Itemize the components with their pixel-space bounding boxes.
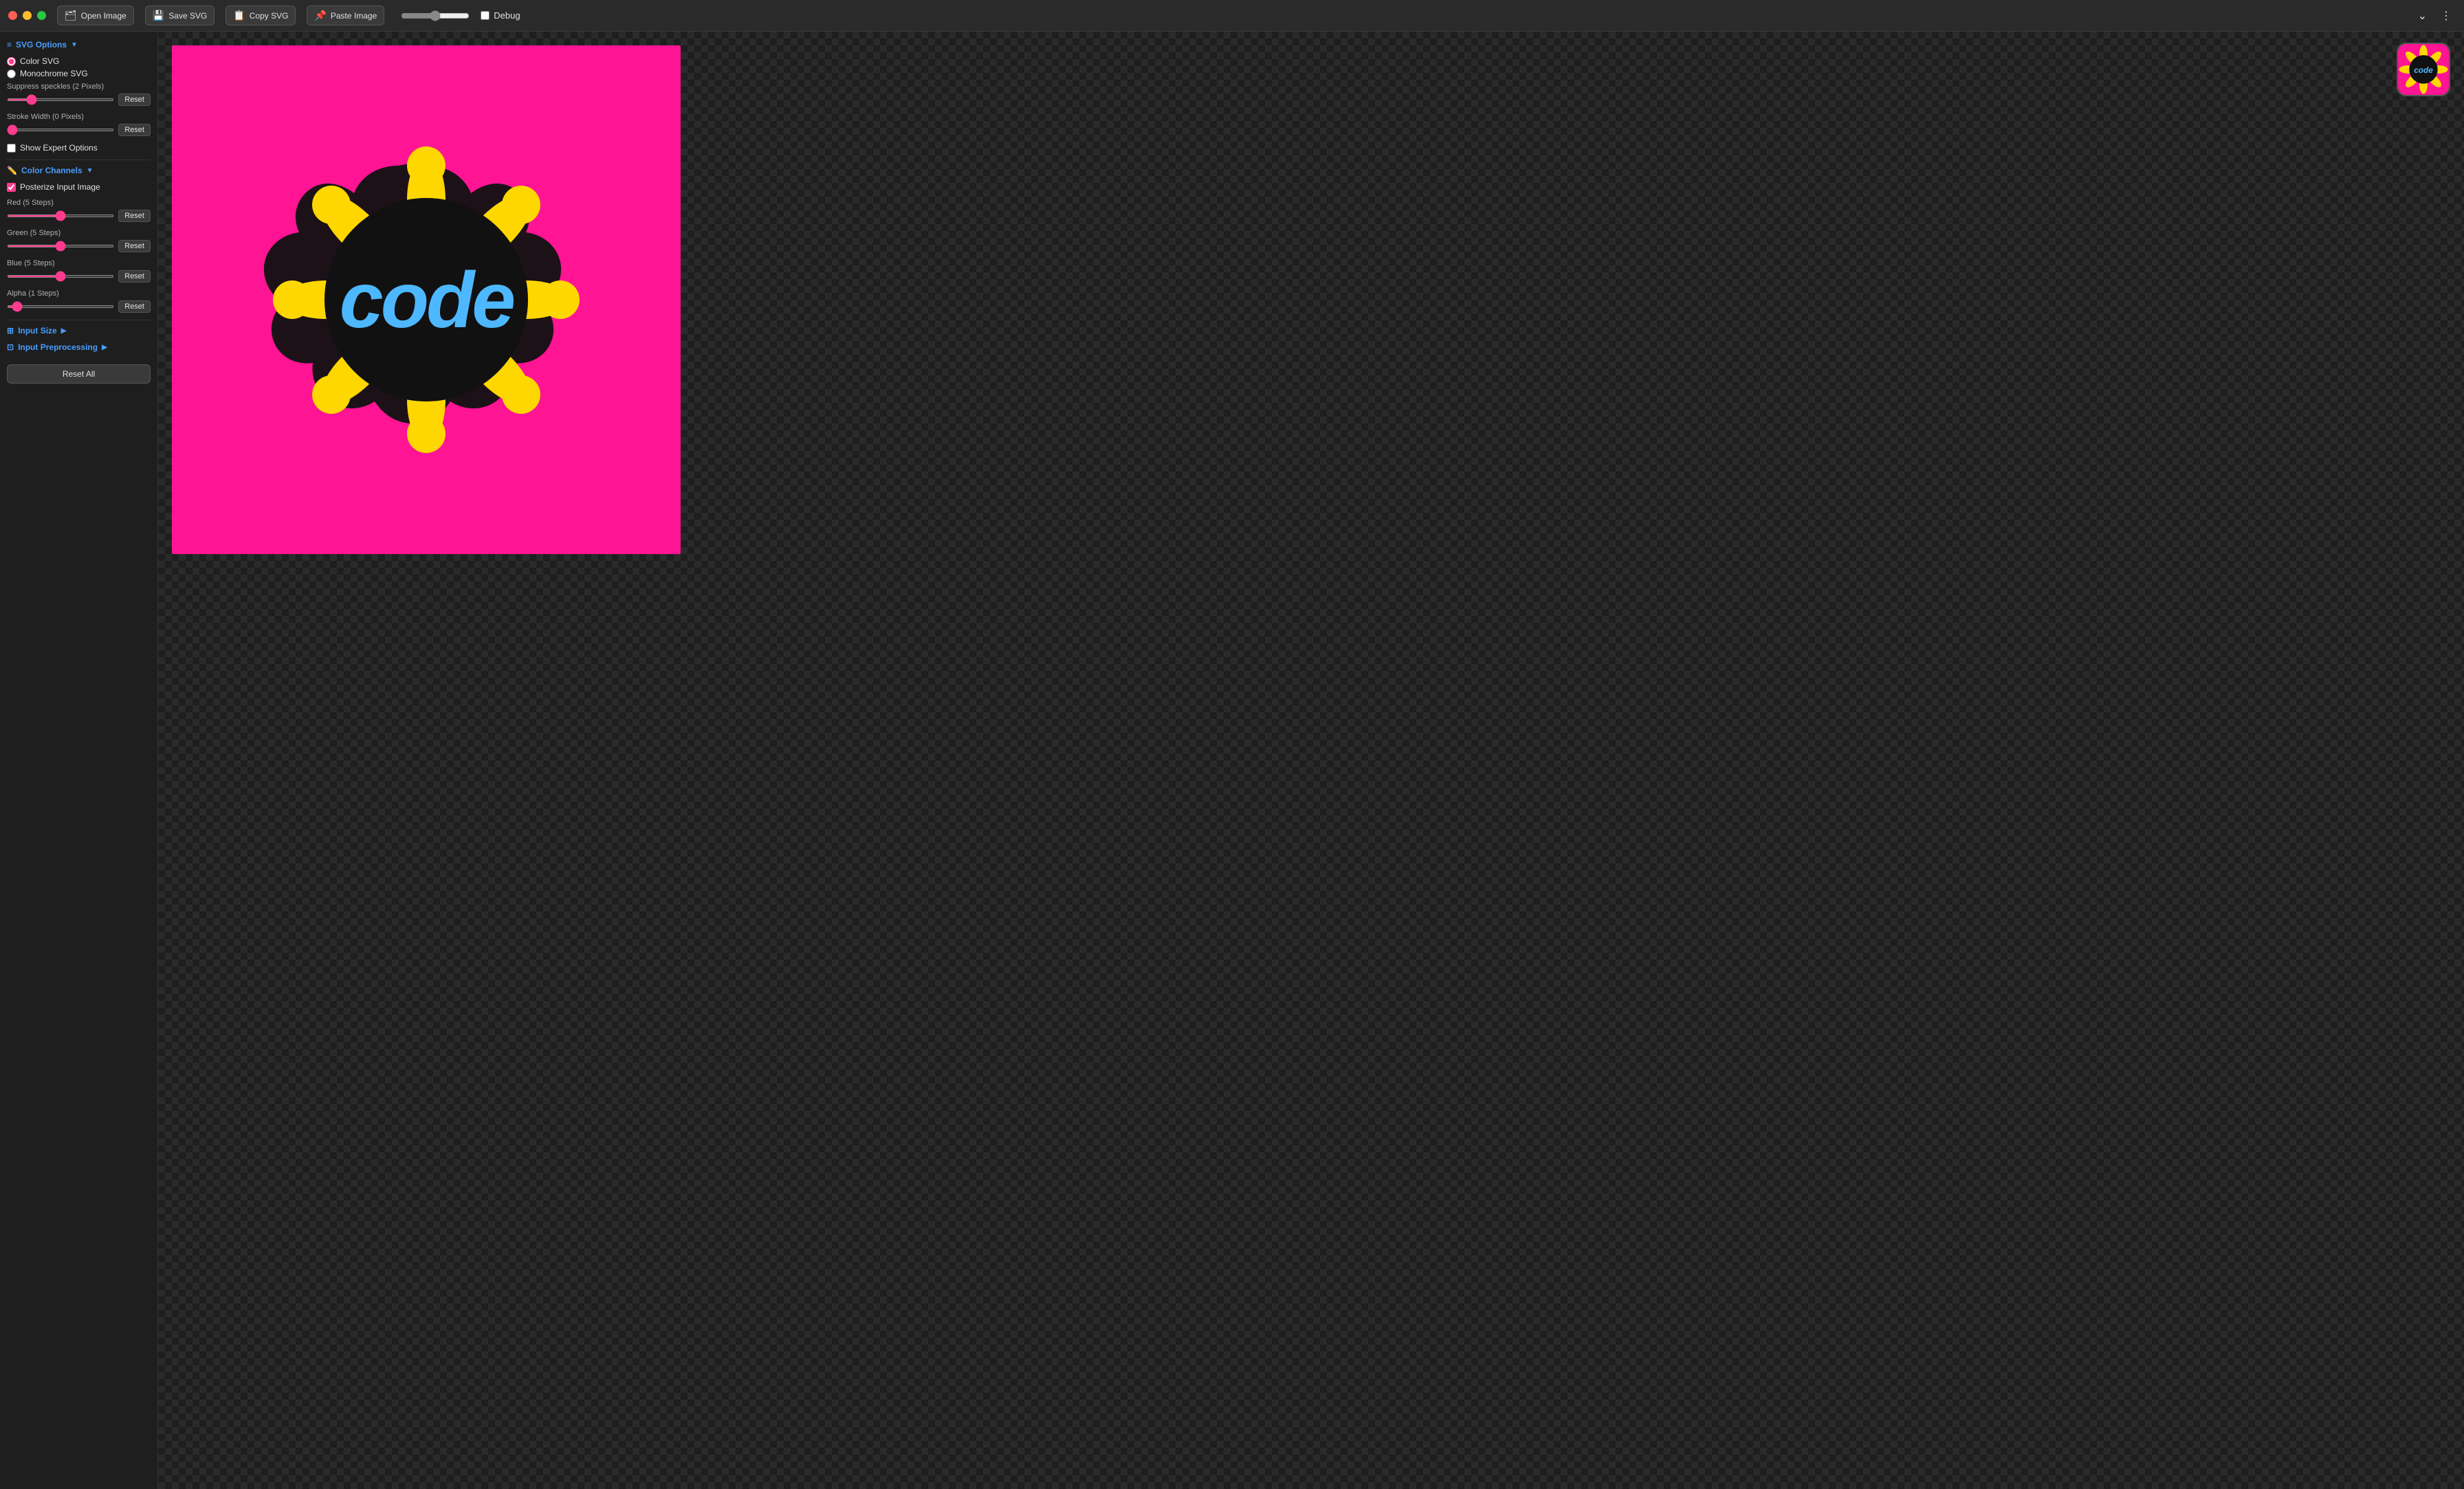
close-button[interactable] bbox=[8, 11, 17, 20]
chevron-down-icon: ▼ bbox=[71, 41, 78, 49]
suppress-speckles-slider-row: Reset bbox=[7, 93, 151, 106]
save-svg-button[interactable]: 💾 Save SVG bbox=[145, 5, 214, 25]
show-expert-checkbox[interactable] bbox=[7, 144, 16, 153]
stroke-width-option: Stroke Width (0 Pixels) Reset bbox=[7, 113, 151, 136]
chevron-right-icon: ▶ bbox=[61, 327, 67, 335]
posterize-checkbox[interactable] bbox=[7, 183, 16, 192]
green-slider[interactable] bbox=[7, 245, 114, 247]
monochrome-svg-option[interactable]: Monochrome SVG bbox=[7, 69, 151, 78]
titlebar-end: ⌄ ⋮ bbox=[2414, 6, 2456, 25]
titlebar: 🗂 Open Image 💾 Save SVG 📋 Copy SVG 📌 Pas… bbox=[0, 0, 2464, 32]
suppress-speckles-reset-button[interactable]: Reset bbox=[118, 93, 151, 106]
red-reset-button[interactable]: Reset bbox=[118, 210, 151, 222]
posterize-row: Posterize Input Image bbox=[7, 182, 151, 192]
sidebar: ≡ SVG Options ▼ Color SVG Monochrome SVG… bbox=[0, 32, 158, 1489]
copy-icon: 📋 bbox=[233, 10, 245, 21]
chevron-down-button[interactable]: ⌄ bbox=[2414, 6, 2431, 25]
blue-option: Blue (5 Steps) Reset bbox=[7, 259, 151, 283]
green-label: Green (5 Steps) bbox=[7, 229, 151, 237]
red-slider[interactable] bbox=[7, 214, 114, 217]
save-icon: 💾 bbox=[153, 10, 164, 21]
reset-all-button[interactable]: Reset All bbox=[7, 364, 151, 384]
monochrome-svg-radio[interactable] bbox=[7, 69, 16, 78]
svg-text:code: code bbox=[340, 256, 514, 344]
alpha-option: Alpha (1 Steps) Reset bbox=[7, 289, 151, 313]
paste-icon: 📌 bbox=[314, 10, 326, 21]
main-svg-image: code bbox=[172, 45, 681, 554]
alpha-slider[interactable] bbox=[7, 305, 114, 308]
color-svg-option[interactable]: Color SVG bbox=[7, 56, 151, 66]
titlebar-slider-group bbox=[401, 10, 470, 21]
suppress-speckles-slider[interactable] bbox=[7, 98, 114, 101]
debug-checkbox[interactable] bbox=[481, 11, 490, 20]
main-content: ≡ SVG Options ▼ Color SVG Monochrome SVG… bbox=[0, 32, 2464, 1489]
resize-icon: ⊞ bbox=[7, 326, 14, 335]
more-options-button[interactable]: ⋮ bbox=[2436, 6, 2456, 25]
chevron-right-icon-2: ▶ bbox=[102, 344, 107, 351]
copy-svg-button[interactable]: 📋 Copy SVG bbox=[226, 5, 296, 25]
svg-type-radio-group: Color SVG Monochrome SVG bbox=[7, 56, 151, 78]
chevron-down-icon-2: ▼ bbox=[87, 167, 94, 175]
sliders-icon: ≡ bbox=[7, 40, 12, 49]
titlebar-slider[interactable] bbox=[401, 10, 470, 21]
input-preprocessing-header[interactable]: ⊡ Input Preprocessing ▶ bbox=[7, 342, 151, 352]
maximize-button[interactable] bbox=[37, 11, 46, 20]
pencil-icon: ✏️ bbox=[7, 166, 17, 175]
svg-text:code: code bbox=[2414, 65, 2433, 75]
red-label: Red (5 Steps) bbox=[7, 199, 151, 207]
folder-icon: 🗂 bbox=[65, 10, 77, 21]
show-expert-options-row: Show Expert Options bbox=[7, 143, 151, 153]
debug-checkbox-group: Debug bbox=[481, 10, 520, 21]
alpha-reset-button[interactable]: Reset bbox=[118, 300, 151, 313]
green-reset-button[interactable]: Reset bbox=[118, 240, 151, 252]
suppress-speckles-label: Suppress speckles (2 Pixels) bbox=[7, 82, 151, 91]
stroke-width-slider-row: Reset bbox=[7, 124, 151, 136]
svg-options-header[interactable]: ≡ SVG Options ▼ bbox=[7, 40, 151, 49]
green-option: Green (5 Steps) Reset bbox=[7, 229, 151, 252]
blue-slider-row: Reset bbox=[7, 270, 151, 283]
open-image-button[interactable]: 🗂 Open Image bbox=[57, 5, 134, 25]
minimize-button[interactable] bbox=[23, 11, 32, 20]
stroke-width-label: Stroke Width (0 Pixels) bbox=[7, 113, 151, 121]
blue-label: Blue (5 Steps) bbox=[7, 259, 151, 267]
input-size-header[interactable]: ⊞ Input Size ▶ bbox=[7, 326, 151, 335]
thumbnail: code bbox=[2397, 43, 2450, 96]
thumbnail-svg: code bbox=[2398, 44, 2449, 95]
blue-slider[interactable] bbox=[7, 275, 114, 278]
paste-image-button[interactable]: 📌 Paste Image bbox=[307, 5, 384, 25]
filter-icon: ⊡ bbox=[7, 342, 14, 352]
alpha-label: Alpha (1 Steps) bbox=[7, 289, 151, 298]
stroke-width-slider[interactable] bbox=[7, 129, 114, 131]
canvas-area[interactable]: code bbox=[158, 32, 2464, 1489]
red-option: Red (5 Steps) Reset bbox=[7, 199, 151, 222]
blue-reset-button[interactable]: Reset bbox=[118, 270, 151, 283]
stroke-width-reset-button[interactable]: Reset bbox=[118, 124, 151, 136]
image-container: code bbox=[172, 45, 681, 554]
divider-1 bbox=[7, 159, 151, 160]
color-channels-header[interactable]: ✏️ Color Channels ▼ bbox=[7, 166, 151, 175]
red-slider-row: Reset bbox=[7, 210, 151, 222]
traffic-lights bbox=[8, 11, 46, 20]
alpha-slider-row: Reset bbox=[7, 300, 151, 313]
suppress-speckles-option: Suppress speckles (2 Pixels) Reset bbox=[7, 82, 151, 106]
green-slider-row: Reset bbox=[7, 240, 151, 252]
color-svg-radio[interactable] bbox=[7, 57, 16, 66]
